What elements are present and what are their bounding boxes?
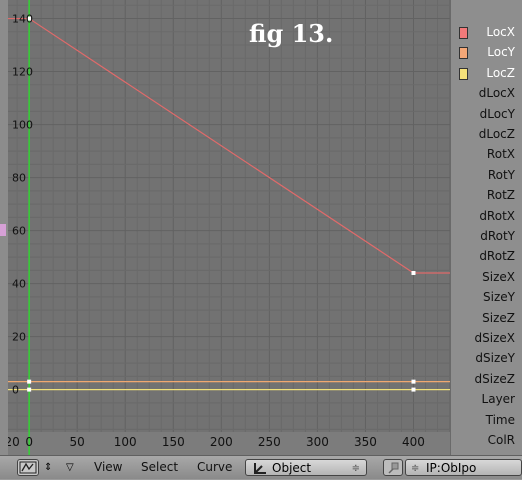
ipo-channel-dsizey[interactable]: dSizeY (451, 349, 521, 369)
ipo-channel-list[interactable]: LocX LocY LocZ dLocX dLocY dLocZ RotX RotY RotZ d… (450, 0, 522, 455)
channel-label: RotY (487, 167, 515, 182)
left-edge-marker (0, 224, 6, 236)
ipo-block-name-field[interactable]: ≑ IP:ObIpo (405, 459, 522, 476)
curve-keyframe[interactable] (411, 379, 416, 384)
channel-label: LocX (486, 25, 515, 39)
channel-label: LocY (487, 45, 515, 60)
channel-label: RotZ (486, 188, 515, 203)
ipo-channel-locy[interactable]: LocY (451, 43, 521, 63)
channel-label: LocZ (486, 65, 515, 80)
channel-color-swatch[interactable] (459, 27, 468, 39)
x-tick-label: 350 (354, 435, 377, 449)
channel-color-swatch[interactable] (459, 67, 468, 80)
channel-label: dSizeZ (474, 371, 515, 386)
object-type-select[interactable]: Object ≑ (245, 459, 367, 476)
ipo-channel-colr[interactable]: ColR (451, 431, 521, 451)
menu-view[interactable]: View (94, 459, 122, 476)
object-axis-icon (254, 463, 266, 474)
ipo-channel-roty[interactable]: RotY (451, 166, 521, 186)
y-tick-label: 140 (12, 13, 33, 26)
window-type-button[interactable] (17, 459, 39, 476)
channel-label: dLocZ (478, 127, 515, 141)
ipo-channel-locz[interactable]: LocZ (451, 64, 521, 84)
y-tick-label: 120 (12, 66, 33, 79)
channel-label: SizeZ (482, 310, 515, 325)
ipo-channel-dsizez[interactable]: dSizeZ (451, 370, 521, 390)
y-tick-label: 0 (12, 384, 19, 397)
ipo-channel-sizez[interactable]: SizeZ (451, 309, 521, 329)
y-tick-label: 20 (12, 331, 26, 344)
channel-color-swatch[interactable] (459, 47, 468, 60)
channel-label: dSizeY (475, 351, 515, 366)
ipo-channel-locx[interactable]: LocX (451, 23, 521, 43)
pin-button[interactable] (383, 459, 403, 476)
channel-label: dLocX (478, 86, 515, 101)
channel-label: SizeX (482, 269, 515, 284)
x-tick-label: 50 (70, 435, 85, 449)
select-arrows-icon: ≑ (351, 463, 360, 474)
curve-keyframe[interactable] (411, 270, 416, 275)
channel-label: dSizeX (474, 331, 515, 345)
window-type-arrows[interactable]: ⇕ (44, 459, 54, 476)
ipo-channel-dsizex[interactable]: dSizeX (451, 329, 521, 349)
channel-label: RotX (486, 147, 515, 162)
y-tick-label: 100 (12, 119, 33, 132)
ipo-channel-drotz[interactable]: dRotZ (451, 247, 521, 267)
channel-label: dRotX (479, 208, 515, 223)
channel-label: Time (485, 412, 515, 427)
x-tick-label: 250 (258, 435, 281, 449)
ipo-editor-window: 0 20 40 60 80 100 120 140 -20 0 50 100 150 200 250 300 3… (0, 0, 522, 479)
y-tick-label: 60 (12, 225, 26, 238)
x-tick-label: 200 (210, 435, 233, 449)
channel-label: SizeY (483, 290, 515, 305)
menu-curve[interactable]: Curve (197, 459, 232, 476)
ipo-channel-sizey[interactable]: SizeY (451, 288, 521, 308)
ipo-channel-rotz[interactable]: RotZ (451, 186, 521, 206)
x-tick-label: 150 (162, 435, 185, 449)
x-tick-label: 300 (306, 435, 329, 449)
pin-icon (388, 462, 399, 474)
ipo-curve-icon (19, 461, 37, 474)
channel-label: Layer (481, 392, 515, 407)
ipo-channel-drotx[interactable]: dRotX (451, 207, 521, 227)
ipo-graph[interactable]: 0 20 40 60 80 100 120 140 -20 0 50 100 150 200 250 300 3… (8, 0, 450, 455)
curve-keyframe[interactable] (411, 387, 416, 392)
y-tick-label: 40 (12, 278, 26, 291)
block-browse-arrows-icon: ≑ (411, 463, 420, 474)
object-type-label: Object (272, 461, 312, 475)
x-tick-label: -20 (8, 435, 20, 449)
ipo-channel-dlocx[interactable]: dLocX (451, 84, 521, 104)
ipo-channel-dlocz[interactable]: dLocZ (451, 125, 521, 145)
menu-select[interactable]: Select (141, 459, 178, 476)
curve-keyframe[interactable] (27, 387, 32, 392)
graph-background (8, 0, 450, 432)
channel-label: dRotY (480, 229, 515, 243)
curve-keyframe[interactable] (27, 379, 32, 384)
ipo-block-name: IP:ObIpo (426, 461, 477, 475)
ipo-channel-rotx[interactable]: RotX (451, 145, 521, 165)
chart-title: fig 13. (249, 19, 333, 48)
y-tick-label: 80 (12, 172, 26, 185)
ipo-channel-dlocy[interactable]: dLocY (451, 105, 521, 125)
channel-label: ColR (487, 433, 515, 447)
ipo-channel-time[interactable]: Time (451, 411, 521, 431)
x-tick-label: 0 (25, 435, 33, 449)
collapse-menu-icon[interactable]: ▽ (66, 459, 78, 476)
x-tick-label: 400 (402, 435, 425, 449)
ipo-channel-droty[interactable]: dRotY (451, 227, 521, 247)
channel-label: dLocY (479, 106, 515, 121)
x-tick-label: 100 (114, 435, 137, 449)
ipo-channel-layer[interactable]: Layer (451, 390, 521, 410)
channel-label: dRotZ (479, 249, 515, 264)
ipo-channel-sizex[interactable]: SizeX (451, 268, 521, 288)
ipo-header-bar: ⇕ ▽ View Select Curve Object ≑ ≑ IP:ObIp… (0, 455, 522, 479)
